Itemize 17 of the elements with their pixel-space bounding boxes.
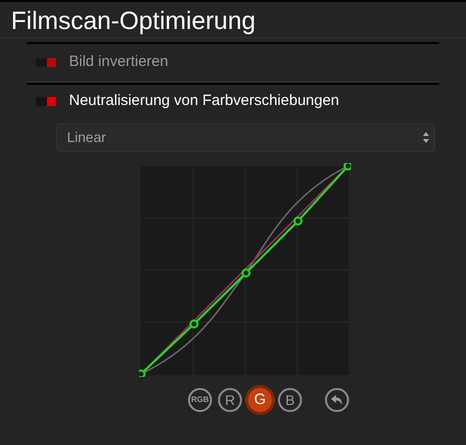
curve-point[interactable] [344,163,351,170]
curve-mode-dropdown[interactable]: Linear [56,123,435,152]
channel-button[interactable]: R [218,388,242,412]
option-label: Bild invertieren [69,52,168,72]
curve-point[interactable] [242,268,250,278]
reset-button[interactable] [325,388,349,412]
stepper-icon [423,132,429,143]
channel-button[interactable]: B [278,388,302,412]
curve-point[interactable] [139,370,146,377]
curve-point[interactable] [294,216,302,226]
undo-icon [331,395,343,405]
toggle-switch[interactable] [36,96,56,106]
channel-button[interactable]: G [248,388,272,412]
channel-button[interactable]: RGB [188,388,212,412]
panel-title: Filmscan-Optimierung [11,6,257,36]
option-label: Neutralisierung von Farbverschiebungen [69,90,340,111]
curve-point[interactable] [190,320,198,328]
